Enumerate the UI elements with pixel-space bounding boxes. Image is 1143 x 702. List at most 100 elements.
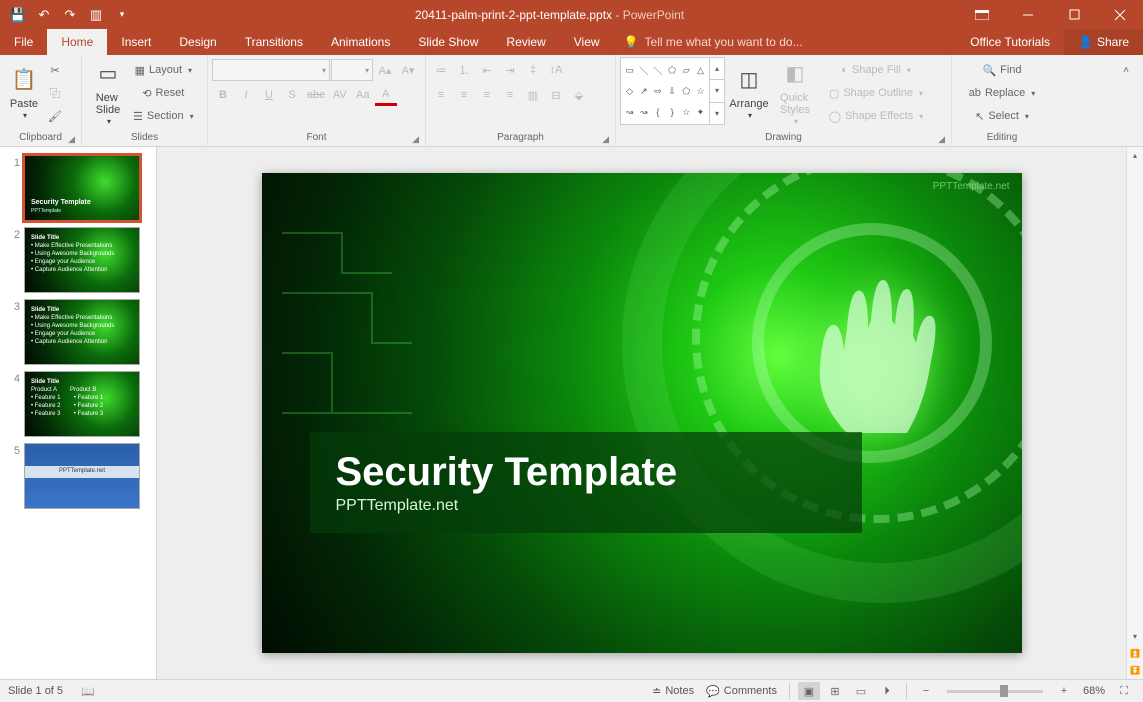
start-from-beginning-icon[interactable]: ▥ <box>84 3 108 27</box>
shape-outline-button[interactable]: ▢Shape Outline▾ <box>817 82 935 104</box>
tab-insert[interactable]: Insert <box>107 29 165 55</box>
clipboard-launcher[interactable]: ◢ <box>68 132 75 146</box>
shadow-button[interactable]: S <box>281 84 303 106</box>
tell-me[interactable]: 💡 <box>614 29 957 55</box>
quick-styles-button[interactable]: ◧ Quick Styles▾ <box>773 57 817 129</box>
shape-effects-button[interactable]: ◯Shape Effects▾ <box>817 105 935 127</box>
zoom-level[interactable]: 68% <box>1079 683 1109 699</box>
gallery-more-icon[interactable]: ▾ <box>710 103 724 124</box>
zoom-slider[interactable] <box>947 690 1043 693</box>
tab-view[interactable]: View <box>560 29 614 55</box>
slideshow-view-icon[interactable]: ⏵ <box>876 682 898 700</box>
title-placeholder[interactable]: Security Template PPTTemplate.net <box>310 432 862 533</box>
fill-icon: ◐ <box>841 64 848 76</box>
gallery-down-icon[interactable]: ▾ <box>710 80 724 102</box>
vertical-scrollbar[interactable]: ▴ ▾ ⏫ ⏬ <box>1126 147 1143 679</box>
paste-button[interactable]: 📋 Paste▾ <box>4 57 44 129</box>
scroll-down-icon[interactable]: ▾ <box>1127 628 1143 645</box>
select-button[interactable]: ↖Select▾ <box>956 105 1048 127</box>
thumbnail-5[interactable]: PPTTemplate.net <box>24 443 140 509</box>
format-painter-button[interactable]: 🖌 <box>44 105 66 127</box>
smartart-button[interactable]: ⬙ <box>568 84 590 106</box>
align-right-button[interactable]: ≡ <box>476 84 498 106</box>
share-button[interactable]: 👤Share <box>1064 29 1143 55</box>
brush-icon: 🖌 <box>48 110 62 123</box>
tab-file[interactable]: File <box>0 29 47 55</box>
arrange-button[interactable]: ◫ Arrange▾ <box>725 57 773 129</box>
zoom-out-icon[interactable]: − <box>915 682 937 700</box>
notes-button[interactable]: ≐Notes <box>648 683 698 700</box>
normal-view-icon[interactable]: ▣ <box>798 682 820 700</box>
shape-fill-button[interactable]: ◐Shape Fill▾ <box>817 59 935 81</box>
thumbnail-1[interactable]: Security TemplatePPTTemplate <box>24 155 140 221</box>
italic-button[interactable]: I <box>235 84 257 106</box>
new-slide-button[interactable]: ▭ New Slide▾ <box>86 57 130 129</box>
font-launcher[interactable]: ◢ <box>412 132 419 146</box>
comments-button[interactable]: 💬Comments <box>702 683 781 700</box>
replace-button[interactable]: abReplace▾ <box>956 82 1048 104</box>
gallery-up-icon[interactable]: ▴ <box>710 58 724 80</box>
shapes-gallery[interactable]: ▭＼＼⬠▱△ ◇↗⇨⇩⬠☆ ↝↝{}☆✦ ▴ ▾ ▾ <box>620 57 725 125</box>
paragraph-launcher[interactable]: ◢ <box>602 132 609 146</box>
maximize-button[interactable] <box>1051 0 1097 29</box>
line-spacing-button[interactable]: ‡ <box>522 59 544 81</box>
align-text-button[interactable]: ⊟ <box>545 84 567 106</box>
tab-animations[interactable]: Animations <box>317 29 404 55</box>
thumbnail-2[interactable]: Slide Title• Make Effective Presentation… <box>24 227 140 293</box>
font-color-button[interactable]: A <box>375 84 397 106</box>
close-button[interactable] <box>1097 0 1143 29</box>
thumbnail-3[interactable]: Slide Title• Make Effective Presentation… <box>24 299 140 365</box>
reset-button[interactable]: ⟲Reset <box>130 82 197 104</box>
character-spacing-button[interactable]: AV <box>329 84 351 106</box>
align-left-button[interactable]: ≡ <box>430 84 452 106</box>
bold-button[interactable]: B <box>212 84 234 106</box>
office-tutorials[interactable]: Office Tutorials <box>956 29 1064 55</box>
copy-button[interactable]: ⿻ <box>44 82 66 104</box>
undo-icon[interactable]: ↶ <box>32 3 56 27</box>
tab-slideshow[interactable]: Slide Show <box>404 29 492 55</box>
slide-counter[interactable]: Slide 1 of 5 <box>8 685 63 697</box>
tab-design[interactable]: Design <box>165 29 230 55</box>
bullets-button[interactable]: ≔ <box>430 59 452 81</box>
justify-button[interactable]: ≡ <box>499 84 521 106</box>
fit-to-window-icon[interactable]: ⛶ <box>1113 682 1135 700</box>
strikethrough-button[interactable]: abc <box>304 84 328 106</box>
next-slide-icon[interactable]: ⏬ <box>1127 662 1143 679</box>
ribbon-display-options-icon[interactable] <box>959 0 1005 29</box>
slide-sorter-view-icon[interactable]: ⊞ <box>824 682 846 700</box>
font-size-combo[interactable]: ▾ <box>331 59 373 81</box>
zoom-in-icon[interactable]: + <box>1053 682 1075 700</box>
increase-indent-button[interactable]: ⇥ <box>499 59 521 81</box>
cut-button[interactable]: ✂ <box>44 59 66 81</box>
text-direction-button[interactable]: ↕A <box>545 59 567 81</box>
find-button[interactable]: 🔍Find <box>956 59 1048 81</box>
scroll-up-icon[interactable]: ▴ <box>1127 147 1143 164</box>
decrease-font-icon[interactable]: A▾ <box>397 59 419 81</box>
underline-button[interactable]: U <box>258 84 280 106</box>
slide-canvas[interactable]: PPTTemplate.net Security Template PPTTem… <box>262 173 1022 653</box>
save-icon[interactable]: 💾 <box>6 3 30 27</box>
paste-icon: 📋 <box>8 64 40 96</box>
tab-review[interactable]: Review <box>492 29 559 55</box>
numbering-button[interactable]: ⒈ <box>453 59 475 81</box>
tell-me-input[interactable] <box>645 35 845 49</box>
thumbnail-4[interactable]: Slide TitleProduct A Product B • Feature… <box>24 371 140 437</box>
drawing-launcher[interactable]: ◢ <box>938 132 945 146</box>
change-case-button[interactable]: Aa <box>352 84 374 106</box>
minimize-button[interactable] <box>1005 0 1051 29</box>
previous-slide-icon[interactable]: ⏫ <box>1127 645 1143 662</box>
tab-transitions[interactable]: Transitions <box>231 29 317 55</box>
decrease-indent-button[interactable]: ⇤ <box>476 59 498 81</box>
columns-button[interactable]: ▥ <box>522 84 544 106</box>
qat-customize-icon[interactable]: ▾ <box>110 3 134 27</box>
collapse-ribbon-icon[interactable]: ˄ <box>1115 59 1137 81</box>
section-button[interactable]: ☰Section▾ <box>130 105 197 127</box>
reading-view-icon[interactable]: ▭ <box>850 682 872 700</box>
increase-font-icon[interactable]: A▴ <box>374 59 396 81</box>
spellcheck-icon[interactable]: 📖 <box>77 683 99 700</box>
layout-button[interactable]: ▦Layout▾ <box>130 59 197 81</box>
font-family-combo[interactable]: ▾ <box>212 59 330 81</box>
redo-icon[interactable]: ↷ <box>58 3 82 27</box>
align-center-button[interactable]: ≡ <box>453 84 475 106</box>
tab-home[interactable]: Home <box>47 29 107 55</box>
